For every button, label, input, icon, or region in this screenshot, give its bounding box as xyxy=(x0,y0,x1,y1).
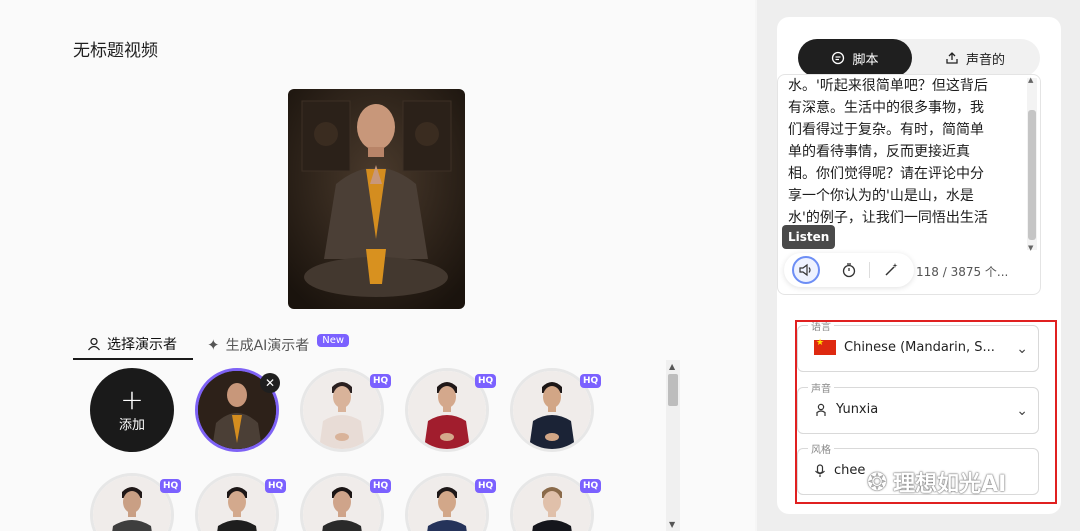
add-presenter-label: 添加 xyxy=(118,417,145,433)
tab-generate-ai-label: 生成AI演示者 xyxy=(225,338,310,354)
page-title[interactable]: 无标题视频 xyxy=(73,36,158,61)
watermark: ❂ 理想如光AI xyxy=(867,466,1006,498)
listen-button[interactable] xyxy=(792,256,820,284)
presenter-scrollbar[interactable]: ▲ ▼ xyxy=(666,360,680,531)
script-scroll-down-icon[interactable]: ▼ xyxy=(1028,244,1033,252)
user-icon xyxy=(87,337,101,351)
scrollbar-thumb[interactable] xyxy=(668,374,678,406)
magic-wand-icon xyxy=(885,263,898,276)
plus-icon: + xyxy=(120,382,144,416)
listen-tooltip: Listen xyxy=(782,225,836,249)
hq-badge: HQ xyxy=(580,374,602,388)
script-voice-switch: 脚本 声音的 xyxy=(798,39,1040,77)
hq-badge: HQ xyxy=(265,479,287,493)
stopwatch-icon xyxy=(842,263,856,278)
script-line: 水。'听起来很简单吧？但这背后 xyxy=(788,78,988,94)
script-line: 享一个你认为的'山是山，水是 xyxy=(788,188,974,204)
script-editor[interactable]: 水。'听起来很简单吧？但这背后 有深意。生活中的很多事物，我 们看得过于复杂。有时，… xyxy=(777,74,1041,295)
toolbar-divider xyxy=(869,262,870,278)
script-line: 有深意。生活中的很多事物，我 xyxy=(788,100,984,116)
hq-badge: HQ xyxy=(160,479,182,493)
character-counter: 118 / 3875 个... xyxy=(916,265,1009,279)
watermark-text: 理想如光AI xyxy=(893,472,1007,497)
tab-generate-ai-presenter[interactable]: ✦ 生成AI演示者 New xyxy=(207,330,367,360)
speaker-icon xyxy=(799,263,811,277)
new-badge: New xyxy=(317,333,350,347)
script-scrollbar-thumb[interactable] xyxy=(1028,110,1036,240)
script-scroll-up-icon[interactable]: ▲ xyxy=(1028,76,1033,84)
script-toolbar xyxy=(784,253,914,287)
tab-select-presenter[interactable]: 选择演示者 xyxy=(73,330,193,360)
editor-pane: 无标题视频 选择演示者 ✦ 生成AI演示者 New + 添加 ✕ HQ HQ H… xyxy=(0,0,755,531)
tab-script-label: 脚本 xyxy=(852,52,879,68)
message-icon xyxy=(832,51,845,65)
upload-icon xyxy=(946,52,958,64)
hq-badge: HQ xyxy=(475,374,497,388)
presenter-grid: + 添加 ✕ HQ HQ HQ HQ HQ HQ HQ HQ xyxy=(80,365,670,531)
script-line: 单的看待事情，反而更接近真 xyxy=(788,144,970,160)
script-line: 们看得过于复杂。有时，简简单 xyxy=(788,122,984,138)
scroll-up-arrow-icon[interactable]: ▲ xyxy=(669,362,675,371)
remove-presenter-button[interactable]: ✕ xyxy=(260,373,280,393)
hq-badge: HQ xyxy=(580,479,602,493)
hq-badge: HQ xyxy=(475,479,497,493)
monk-preview-image xyxy=(288,89,465,309)
video-preview[interactable] xyxy=(288,89,465,309)
magic-wand-button[interactable] xyxy=(877,256,905,284)
tab-voice[interactable]: 声音的 xyxy=(918,39,1032,77)
hq-badge: HQ xyxy=(370,479,392,493)
wechat-icon: ❂ xyxy=(867,468,888,496)
add-presenter-button[interactable]: + 添加 xyxy=(90,368,174,452)
scroll-down-arrow-icon[interactable]: ▼ xyxy=(669,520,675,529)
script-scrollbar[interactable]: ▲ ▼ xyxy=(1027,76,1037,252)
tab-script[interactable]: 脚本 xyxy=(798,39,912,77)
tab-voice-label: 声音的 xyxy=(965,52,1005,68)
sparkle-icon: ✦ xyxy=(207,336,220,354)
hq-badge: HQ xyxy=(370,374,392,388)
pause-timer-button[interactable] xyxy=(835,256,863,284)
script-line: 相。你们觉得呢？请在评论中分 xyxy=(788,166,984,182)
settings-pane: 脚本 声音的 水。'听起来很简单吧？但这背后 有深意。生活中的很多事物，我 们看得过… xyxy=(757,0,1080,531)
tab-select-presenter-label: 选择演示者 xyxy=(107,337,177,353)
